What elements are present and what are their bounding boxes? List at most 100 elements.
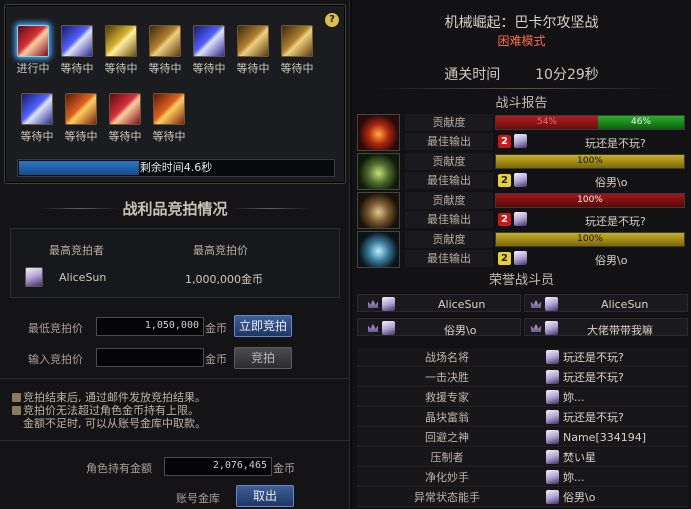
contribution-bar: 54% 46%	[495, 115, 685, 130]
top-bidder-name: AliceSun	[59, 271, 107, 284]
red-loot-box-icon	[17, 25, 49, 57]
withdraw-button[interactable]: 取出	[236, 485, 294, 507]
help-icon[interactable]: ?	[325, 13, 339, 27]
currency-label: 金币	[273, 462, 295, 475]
loot-slot-4[interactable]: 等待中	[145, 25, 185, 76]
crown-icon	[368, 324, 378, 332]
avatar	[546, 430, 559, 444]
contribution-label: 贡献度	[405, 192, 493, 209]
avatar	[546, 410, 559, 424]
top-output-label: 最佳输出	[405, 172, 493, 189]
rank-badge: 2	[498, 252, 511, 265]
rank-badge: 2	[498, 213, 511, 226]
rank-badge: 2	[498, 174, 511, 187]
loot-slot-8[interactable]: 等待中	[17, 93, 57, 144]
contribution-segment: 54%	[496, 116, 598, 129]
loot-slot-7[interactable]: 等待中	[277, 25, 317, 76]
bullet-icon	[12, 406, 21, 415]
title-row: 异常状态能手 俗男\o	[357, 488, 688, 507]
loot-slot-3[interactable]: 等待中	[101, 25, 141, 76]
avatar	[546, 490, 559, 504]
loot-slot-2[interactable]: 等待中	[57, 25, 97, 76]
contribution-segment: 100%	[496, 233, 684, 246]
honor-member-name: AliceSun	[601, 298, 649, 311]
gold-held-label: 角色持有金额	[86, 462, 152, 475]
title-row: 回避之神 Name[334194]	[357, 428, 688, 447]
orange-loot-box-icon	[65, 93, 97, 125]
contribution-segment: 100%	[496, 155, 684, 168]
loot-slot-status: 等待中	[20, 130, 54, 143]
clear-time: 通关时间 10分29秒	[352, 64, 691, 84]
loot-slot-status: 等待中	[192, 62, 226, 75]
honor-title: 荣誉战斗员	[488, 273, 554, 288]
contribution-segment: 100%	[496, 194, 684, 207]
avatar	[382, 321, 395, 335]
loot-slot-9[interactable]: 等待中	[61, 93, 101, 144]
loot-slot-5[interactable]: 等待中	[189, 25, 229, 76]
blue-loot-box-icon	[61, 25, 93, 57]
loot-slot-11[interactable]: 等待中	[149, 93, 189, 144]
dungeon-title: 机械崛起：巴卡尔攻坚战	[444, 15, 599, 31]
loot-slot-status: 等待中	[236, 62, 270, 75]
currency-label: 金币	[205, 322, 227, 335]
result-panel: 机械崛起：巴卡尔攻坚战 困难模式 通关时间 10分29秒 战斗报告 贡献度 54…	[352, 0, 691, 509]
title-name: 一击决胜	[425, 371, 469, 384]
bullet-icon	[12, 393, 21, 402]
loot-queue-box: ? 进行中 等待中 等待中 等待中 等待中 等待中 等待中 等待中 等待中 等待…	[4, 4, 346, 184]
avatar	[514, 251, 527, 265]
contribution-bar: 100%	[495, 193, 685, 208]
avatar	[25, 267, 43, 287]
honor-member: 大佬带带我嘛	[524, 318, 688, 337]
title-name: 晶块富翁	[425, 411, 469, 424]
bid-button[interactable]: 竞拍	[234, 347, 292, 369]
loot-slot-1[interactable]: 进行中	[13, 25, 53, 76]
loot-slot-status: 等待中	[280, 62, 314, 75]
honor-member-name: 大佬带带我嘛	[587, 324, 653, 337]
clear-time-value: 10分29秒	[535, 67, 599, 83]
gold-loot-box-icon	[105, 25, 137, 57]
avatar	[514, 134, 527, 148]
title-row: 救援专家 妳...	[357, 388, 688, 407]
crown-icon	[531, 300, 541, 308]
honor-member-name: AliceSun	[438, 298, 486, 311]
crown-icon	[531, 324, 541, 332]
bid-amount-input[interactable]	[96, 348, 204, 367]
crown-icon	[368, 300, 378, 308]
divider	[372, 88, 672, 89]
contribution-label: 贡献度	[405, 231, 493, 248]
cyan-boss-portrait	[357, 231, 400, 268]
top-output-label: 最佳输出	[405, 250, 493, 267]
title-name: 救援专家	[425, 391, 469, 404]
player-name: 玩还是不玩?	[585, 137, 646, 150]
time-remaining-bar: 剩余时间4.6秒	[17, 159, 335, 177]
contribution-bar: 100%	[495, 232, 685, 247]
instant-bid-button[interactable]: 立即竞拍	[234, 315, 292, 337]
contribution-segment: 46%	[598, 116, 684, 129]
min-bid-label: 最低竞拍价	[28, 322, 83, 335]
loot-slot-status: 等待中	[104, 62, 138, 75]
red-loot-box-icon	[109, 93, 141, 125]
loot-slot-10[interactable]: 等待中	[105, 93, 145, 144]
title-name: 净化妙手	[425, 471, 469, 484]
green-boss-portrait	[357, 153, 400, 190]
title-name: 异常状态能手	[414, 491, 480, 504]
divider	[0, 440, 350, 441]
party-card-4: 贡献度 100% 最佳输出 2 俗男\o	[357, 231, 688, 268]
party-card-3: 贡献度 100% 最佳输出 2 玩还是不玩?	[357, 192, 688, 229]
notice-line-3: 金额不足时, 可以从账号金库中取款。	[23, 415, 206, 431]
player-name: 俗男\o	[595, 254, 628, 267]
title-player: 玩还是不玩?	[563, 351, 624, 364]
contribution-label: 贡献度	[405, 114, 493, 131]
title-row: 战场名将 玩还是不玩?	[357, 348, 688, 367]
brown-loot-box-icon	[237, 25, 269, 57]
notice-text: 金额不足时, 可以从账号金库中取款。	[23, 417, 206, 430]
avatar	[514, 173, 527, 187]
player-name: 俗男\o	[595, 176, 628, 189]
loot-slot-6[interactable]: 等待中	[233, 25, 273, 76]
top-bidder-header: 最高竞拍者	[49, 244, 104, 257]
avatar	[546, 470, 559, 484]
title-player: 俗男\o	[563, 491, 596, 504]
title-name: 压制者	[430, 451, 464, 464]
difficulty-label: 困难模式	[497, 34, 546, 48]
title-player: 玩还是不玩?	[563, 371, 624, 384]
